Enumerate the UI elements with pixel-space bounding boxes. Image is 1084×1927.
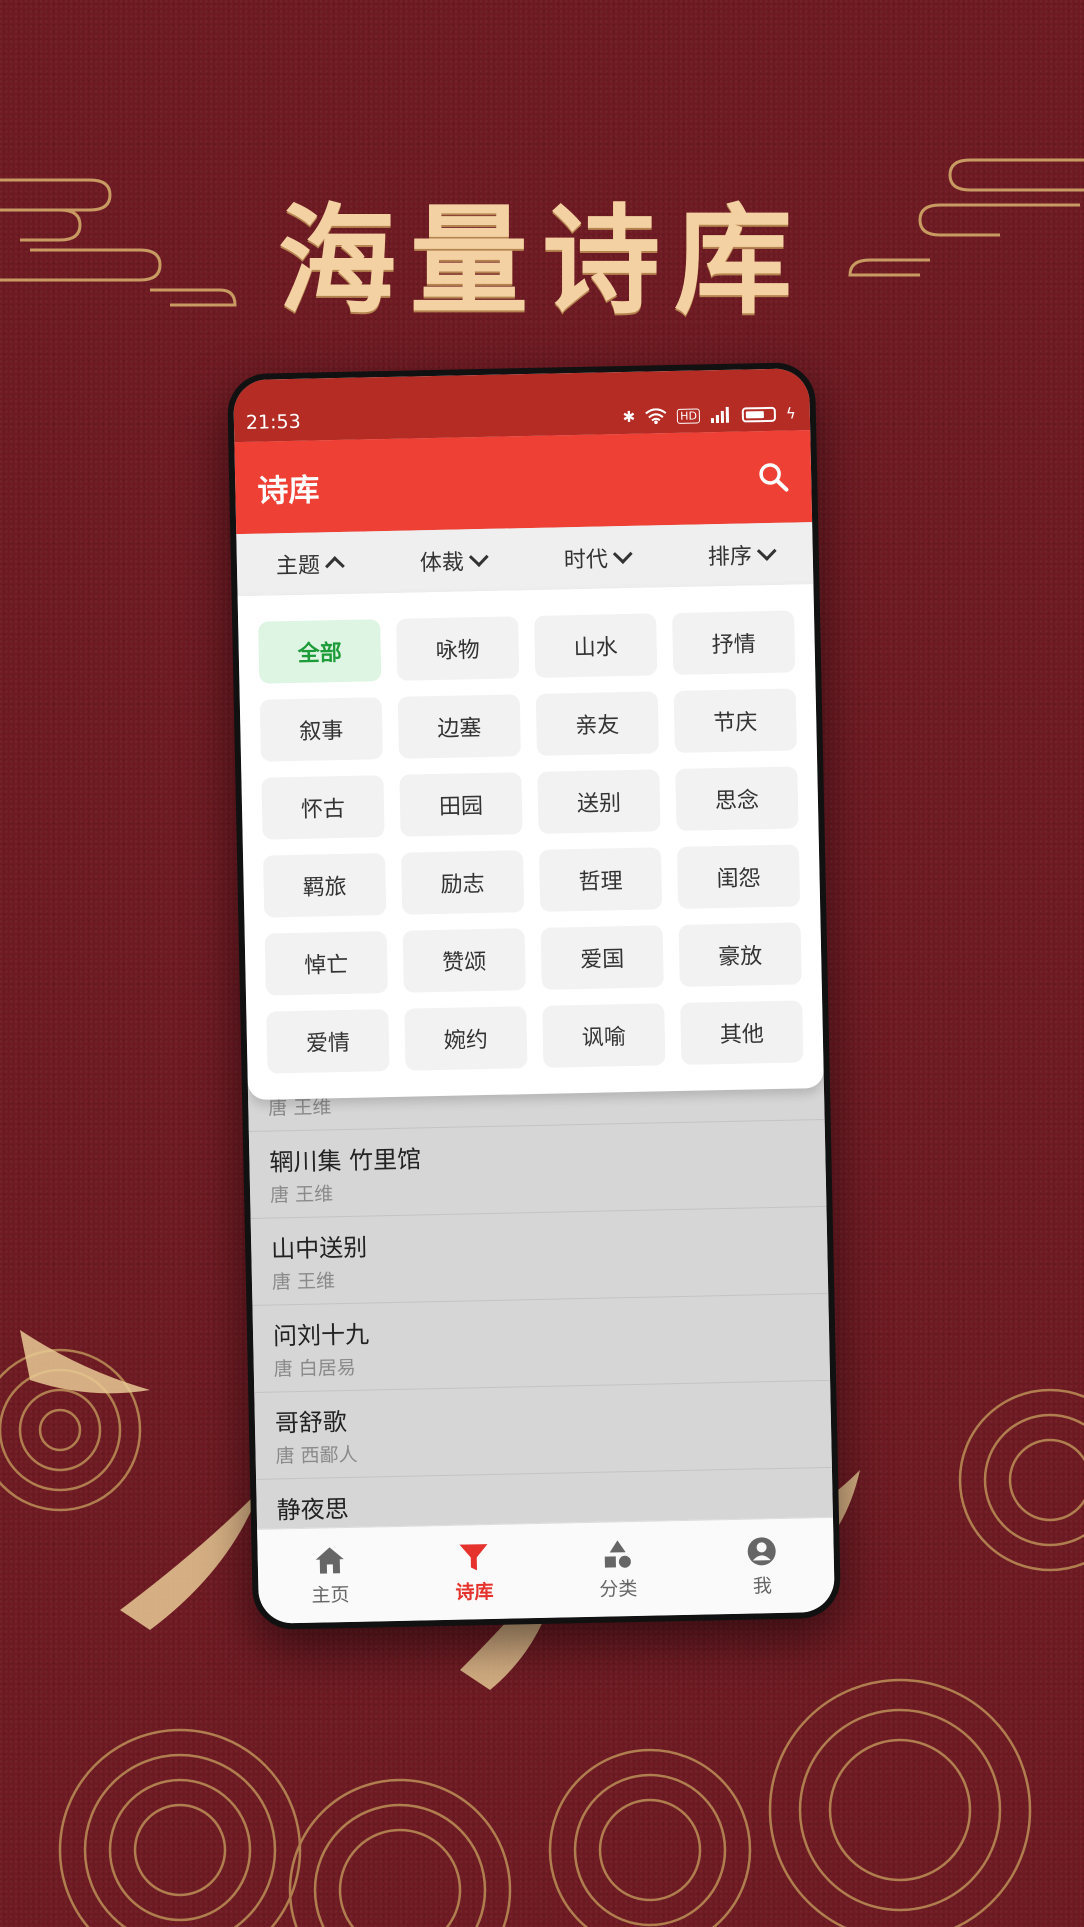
chevron-down-icon — [612, 544, 633, 564]
theme-chip[interactable]: 闺怨 — [676, 844, 801, 909]
nav-library[interactable]: 诗库 — [413, 1540, 534, 1605]
theme-chip[interactable]: 讽喻 — [542, 1003, 666, 1068]
nav-me-label: 我 — [752, 1574, 773, 1598]
filter-sort[interactable]: 排序 — [707, 538, 777, 571]
list-item[interactable]: 问刘十九 唐 白居易 — [252, 1293, 831, 1393]
theme-chip[interactable]: 悼亡 — [264, 931, 388, 996]
list-item[interactable]: 辋川集 竹里馆 唐 王维 — [248, 1119, 827, 1219]
theme-chip[interactable]: 叙事 — [259, 697, 384, 762]
theme-chip[interactable]: 思念 — [675, 766, 799, 831]
wifi-icon — [645, 408, 667, 425]
theme-chip-all[interactable]: 全部 — [258, 619, 382, 684]
battery-icon — [741, 406, 777, 423]
theme-chip[interactable]: 边塞 — [397, 694, 521, 759]
bottom-nav: 主页 诗库 分类 我 — [257, 1516, 835, 1624]
list-item[interactable]: 山中送别 唐 王维 — [250, 1206, 829, 1306]
theme-chip[interactable]: 抒情 — [672, 610, 796, 676]
nav-home[interactable]: 主页 — [269, 1543, 390, 1608]
list-item[interactable]: 哥舒歌 唐 西鄙人 — [254, 1380, 832, 1480]
poem-list: 唐 王维 辋川集 竹里馆 唐 王维 山中送别 唐 王维 问刘十九 唐 白居易 哥… — [248, 1087, 834, 1567]
theme-chip[interactable]: 羁旅 — [263, 853, 387, 918]
theme-chip[interactable]: 爱国 — [540, 925, 664, 990]
nav-home-label: 主页 — [311, 1583, 350, 1607]
theme-chip[interactable]: 怀古 — [261, 775, 385, 840]
theme-chip[interactable]: 山水 — [534, 613, 658, 678]
theme-chip[interactable]: 其他 — [680, 1000, 804, 1065]
theme-chip[interactable]: 赞颂 — [402, 928, 526, 993]
filter-era-label: 时代 — [563, 547, 609, 574]
search-icon[interactable] — [757, 461, 790, 494]
filter-genre-label: 体裁 — [419, 550, 465, 577]
nav-library-label: 诗库 — [455, 1580, 494, 1604]
bluetooth-icon: ✱ — [622, 407, 636, 427]
filter-era[interactable]: 时代 — [563, 541, 633, 574]
theme-chip[interactable]: 田园 — [399, 772, 523, 837]
status-time: 21:53 — [245, 410, 301, 434]
home-icon — [315, 1546, 344, 1574]
filter-theme-label: 主题 — [275, 553, 321, 580]
theme-chip[interactable]: 亲友 — [535, 691, 659, 756]
chevron-up-icon — [325, 556, 345, 576]
theme-dropdown-panel: 全部 咏物 山水 抒情 叙事 边塞 亲友 节庆 怀古 田园 送别 思念 羁旅 励… — [237, 584, 824, 1101]
hd-icon: HD — [677, 407, 701, 424]
theme-chip[interactable]: 哲理 — [538, 847, 663, 912]
app-bar: 诗库 — [234, 430, 813, 535]
nav-category[interactable]: 分类 — [557, 1537, 678, 1602]
status-icons: ✱ HD ϟ — [622, 404, 796, 426]
filter-sort-label: 排序 — [707, 544, 753, 571]
phone-screen: 21:53 ✱ HD ϟ 诗库 主题 体裁 时代 排序 全部 咏物 山水 抒情 — [233, 368, 835, 1624]
theme-chip[interactable]: 爱情 — [266, 1009, 390, 1074]
nav-me[interactable]: 我 — [701, 1534, 822, 1599]
headline: 海量诗库 — [277, 191, 806, 330]
page-title: 诗库 — [256, 471, 320, 510]
chevron-down-icon — [468, 547, 489, 567]
theme-chip[interactable]: 豪放 — [678, 922, 802, 987]
theme-chip[interactable]: 婉约 — [404, 1006, 528, 1071]
phone-mockup: 21:53 ✱ HD ϟ 诗库 主题 体裁 时代 排序 全部 咏物 山水 抒情 — [226, 361, 842, 1631]
theme-chip[interactable]: 送别 — [537, 769, 661, 834]
nav-category-label: 分类 — [599, 1577, 638, 1601]
profile-icon — [747, 1536, 776, 1565]
filter-icon — [459, 1543, 488, 1570]
theme-chip[interactable]: 节庆 — [673, 688, 797, 753]
signal-icon — [711, 406, 730, 424]
filter-theme[interactable]: 主题 — [275, 547, 345, 580]
filter-genre[interactable]: 体裁 — [419, 544, 489, 577]
chevron-down-icon — [756, 541, 777, 561]
theme-chip[interactable]: 励志 — [400, 850, 525, 915]
theme-chip[interactable]: 咏物 — [396, 616, 520, 681]
charging-icon: ϟ — [785, 404, 797, 423]
shapes-icon — [604, 1539, 631, 1568]
